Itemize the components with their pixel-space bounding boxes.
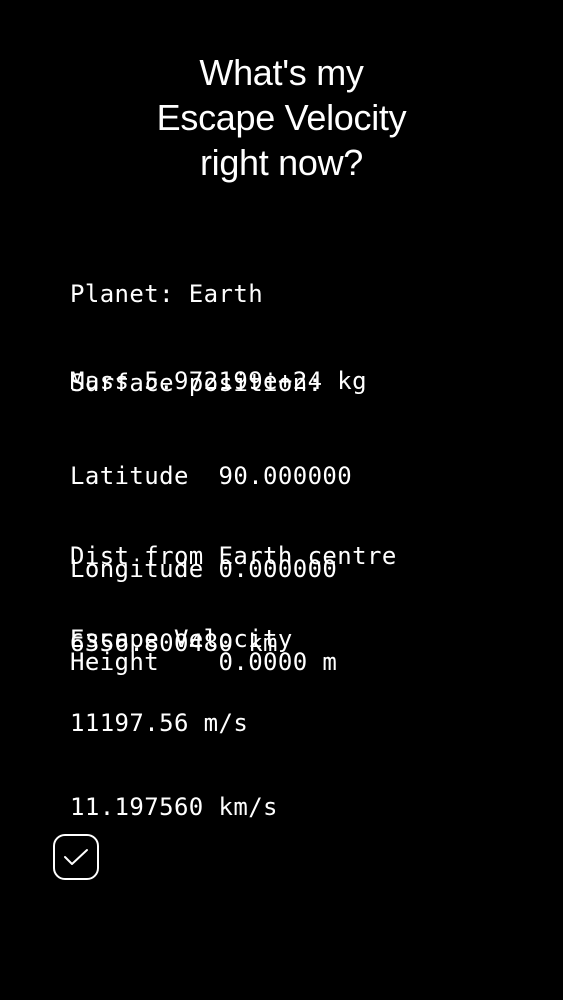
confirm-button[interactable]: [53, 834, 99, 880]
escape-velocity-ms: 11197.56 m/s: [70, 709, 249, 737]
surface-heading: Surface position:: [70, 369, 323, 397]
title-line-2: Escape Velocity: [156, 97, 407, 138]
checkmark-icon: [64, 849, 88, 865]
title-line-3: right now?: [199, 142, 364, 183]
title-line-1: What's my: [199, 52, 364, 93]
escape-velocity-info: Escape Velocity 11197.56 m/s 11.197560 k…: [70, 569, 293, 849]
distance-heading: Dist from Earth centre: [70, 542, 397, 570]
page-title: What's my Escape Velocity right now?: [0, 50, 563, 185]
escape-velocity-kms: 11.197560 km/s: [70, 793, 278, 821]
planet-name: Planet: Earth: [70, 280, 264, 308]
escape-heading: Escape Velocity: [70, 625, 293, 653]
